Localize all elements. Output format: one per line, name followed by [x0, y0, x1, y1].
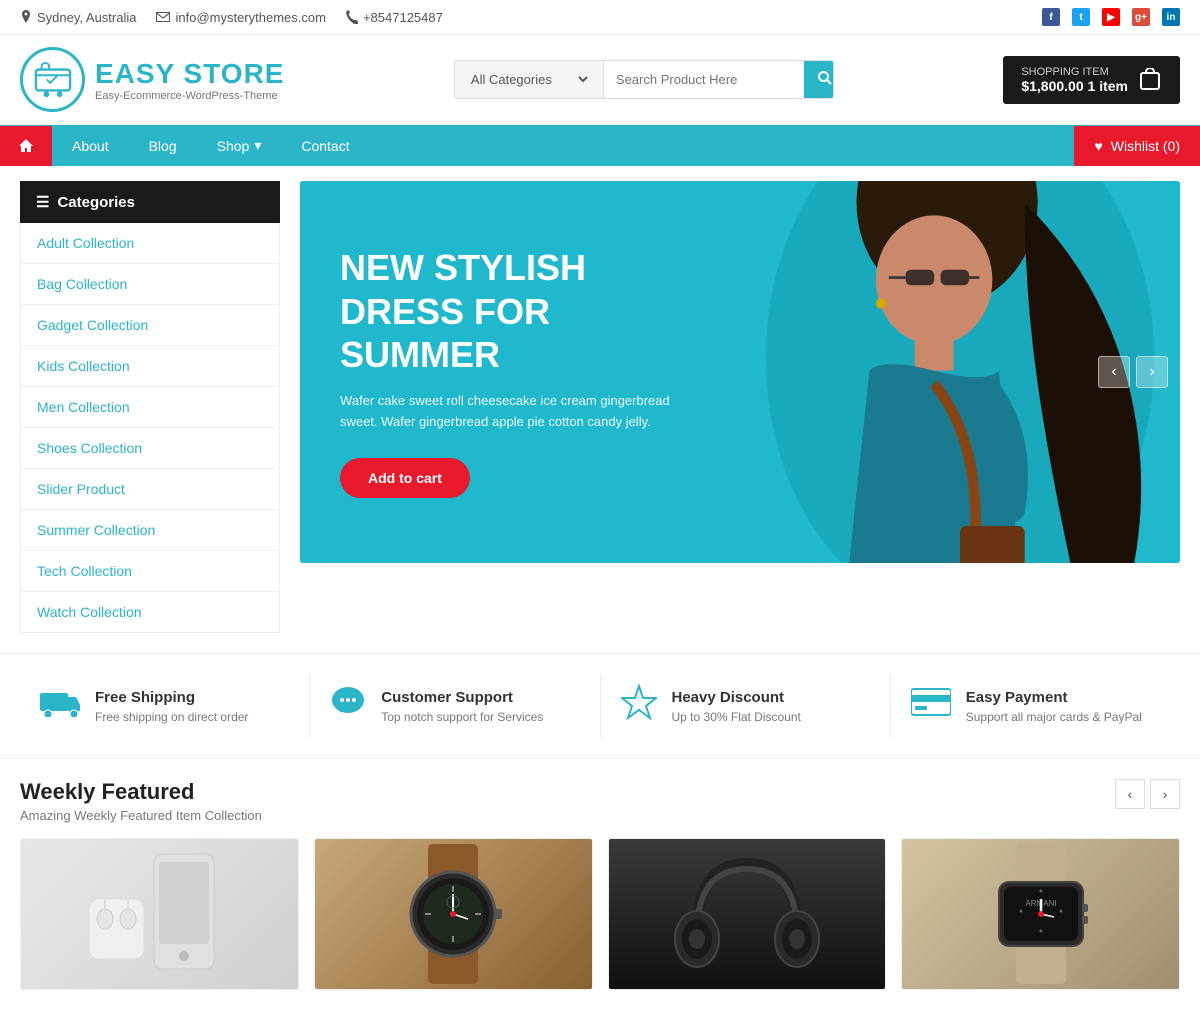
section-title-area: Weekly Featured Amazing Weekly Featured …	[20, 779, 262, 823]
section-header: Weekly Featured Amazing Weekly Featured …	[20, 779, 1180, 823]
sidebar-item-summer[interactable]: Summer Collection	[21, 510, 279, 551]
top-bar: Sydney, Australia info@mysterythemes.com…	[0, 0, 1200, 35]
sidebar-item-tech[interactable]: Tech Collection	[21, 551, 279, 592]
hero-title: NEW STYLISH DRESS FOR SUMMER	[340, 246, 700, 376]
sidebar-item-kids[interactable]: Kids Collection	[21, 346, 279, 387]
weekly-prev[interactable]: ‹	[1115, 779, 1145, 809]
site-header: EASY STORE Easy-Ecommerce-WordPress-Them…	[0, 35, 1200, 125]
product-image-watch1	[315, 839, 592, 989]
star-icon	[621, 684, 657, 728]
weekly-title: Weekly Featured	[20, 779, 262, 805]
twitter-icon[interactable]: t	[1072, 8, 1090, 26]
feature-discount-text: Heavy Discount Up to 30% Flat Discount	[672, 689, 801, 724]
product-image-phone	[21, 839, 298, 989]
top-bar-left: Sydney, Australia info@mysterythemes.com…	[20, 10, 443, 25]
product-image-headphone	[609, 839, 886, 989]
linkedin-icon[interactable]: in	[1162, 8, 1180, 26]
feature-shipping: Free Shipping Free shipping on direct or…	[20, 674, 310, 738]
sidebar-item-shoes[interactable]: Shoes Collection	[21, 428, 279, 469]
truck-icon	[40, 687, 80, 725]
products-grid: ARMANI	[20, 838, 1180, 990]
sidebar-item-gadget[interactable]: Gadget Collection	[21, 305, 279, 346]
nav-about[interactable]: About	[52, 126, 129, 166]
chat-icon	[330, 684, 366, 728]
sidebar-item-slider[interactable]: Slider Product	[21, 469, 279, 510]
nav-blog[interactable]: Blog	[129, 126, 197, 166]
nav-home[interactable]	[0, 126, 52, 166]
product-card-phone[interactable]	[20, 838, 299, 990]
youtube-icon[interactable]: ▶	[1102, 8, 1120, 26]
gplus-icon[interactable]: g+	[1132, 8, 1150, 26]
hero-add-to-cart[interactable]: Add to cart	[340, 458, 470, 498]
hero-slider: NEW STYLISH DRESS FOR SUMMER Wafer cake …	[300, 181, 1180, 563]
feature-payment: Easy Payment Support all major cards & P…	[891, 674, 1180, 738]
product-image-watch2: ARMANI	[902, 839, 1179, 989]
feature-payment-text: Easy Payment Support all major cards & P…	[966, 689, 1142, 724]
cart-info: SHOPPING ITEM $1,800.00 1 item	[1021, 66, 1128, 94]
shopping-cart[interactable]: SHOPPING ITEM $1,800.00 1 item	[1003, 56, 1180, 104]
sidebar-item-watch[interactable]: Watch Collection	[21, 592, 279, 632]
search-input[interactable]	[604, 62, 804, 97]
hero-content: NEW STYLISH DRESS FOR SUMMER Wafer cake …	[300, 206, 740, 537]
hero-description: Wafer cake sweet roll cheesecake ice cre…	[340, 391, 700, 433]
sidebar-item-bag[interactable]: Bag Collection	[21, 264, 279, 305]
nav-shop[interactable]: Shop ▾	[197, 125, 282, 166]
sidebar: ☰ Categories Adult Collection Bag Collec…	[20, 181, 280, 633]
search-button[interactable]	[804, 61, 834, 98]
social-links: f t ▶ g+ in	[1042, 8, 1180, 26]
logo-text: EASY STORE Easy-Ecommerce-WordPress-Them…	[95, 58, 284, 102]
weekly-featured-section: Weekly Featured Amazing Weekly Featured …	[0, 759, 1200, 1010]
weekly-nav: ‹ ›	[1115, 779, 1180, 809]
feature-discount: Heavy Discount Up to 30% Flat Discount	[601, 674, 891, 738]
slider-next[interactable]: ›	[1136, 356, 1168, 388]
weekly-next[interactable]: ›	[1150, 779, 1180, 809]
feature-shipping-text: Free Shipping Free shipping on direct or…	[95, 689, 248, 724]
slider-prev[interactable]: ‹	[1098, 356, 1130, 388]
facebook-icon[interactable]: f	[1042, 8, 1060, 26]
sidebar-header: ☰ Categories	[20, 181, 280, 223]
category-select[interactable]: All Categories Adult Collection Bag Coll…	[467, 71, 591, 88]
search-bar[interactable]: All Categories Adult Collection Bag Coll…	[454, 60, 834, 99]
features-bar: Free Shipping Free shipping on direct or…	[0, 653, 1200, 759]
weekly-subtitle: Amazing Weekly Featured Item Collection	[20, 808, 262, 823]
feature-support-text: Customer Support Top notch support for S…	[381, 689, 543, 724]
feature-support: Customer Support Top notch support for S…	[310, 674, 600, 738]
location-info: Sydney, Australia	[20, 10, 136, 25]
product-card-watch2[interactable]: ARMANI	[901, 838, 1180, 990]
card-icon	[911, 687, 951, 725]
sidebar-item-adult[interactable]: Adult Collection	[21, 223, 279, 264]
logo-subtitle: Easy-Ecommerce-WordPress-Theme	[95, 90, 284, 102]
phone-info: +8547125487	[346, 10, 443, 25]
main-content: ☰ Categories Adult Collection Bag Collec…	[0, 181, 1200, 633]
logo[interactable]: EASY STORE Easy-Ecommerce-WordPress-Them…	[20, 47, 284, 112]
email-info: info@mysterythemes.com	[156, 10, 325, 25]
cart-icon	[1138, 68, 1162, 92]
product-card-watch1[interactable]	[314, 838, 593, 990]
nav-wishlist[interactable]: ♥ Wishlist (0)	[1074, 126, 1200, 166]
product-card-headphone[interactable]	[608, 838, 887, 990]
logo-title: EASY STORE	[95, 58, 284, 90]
main-nav: About Blog Shop ▾ Contact ♥ Wishlist (0)	[0, 125, 1200, 166]
sidebar-menu: Adult Collection Bag Collection Gadget C…	[20, 223, 280, 633]
hero-background: NEW STYLISH DRESS FOR SUMMER Wafer cake …	[300, 181, 1180, 563]
logo-icon	[20, 47, 85, 112]
nav-contact[interactable]: Contact	[281, 126, 369, 166]
category-dropdown[interactable]: All Categories Adult Collection Bag Coll…	[455, 61, 604, 98]
sidebar-item-men[interactable]: Men Collection	[21, 387, 279, 428]
